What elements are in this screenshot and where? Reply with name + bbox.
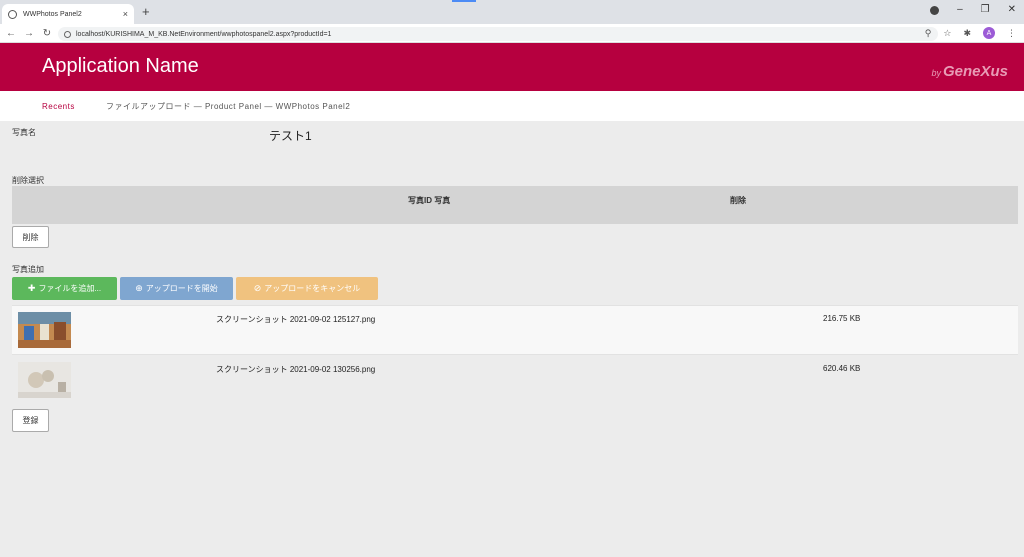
address-bar: ← → ↻ localhost/KURISHIMA_M_KB.NetEnviro… [0, 24, 1024, 43]
tab-close-icon[interactable]: × [123, 9, 128, 19]
brand-name: GeneXus [942, 63, 1008, 80]
file-name: スクリーンショット 2021-09-02 125127.png [216, 315, 376, 324]
add-files-button[interactable]: ✚ ファイルを追加... [12, 277, 117, 300]
grid-header-photo: 写真ID 写真 [408, 196, 451, 205]
globe-icon [8, 9, 17, 19]
zoom-icon[interactable]: ⚲ [925, 28, 932, 39]
file-thumbnail [18, 312, 71, 348]
menu-icon[interactable]: ⋮ [1007, 28, 1016, 39]
brand-prefix: by [931, 68, 941, 78]
genexus-logo: by GeneXus [931, 63, 1008, 80]
delete-select-label: 削除選択 [12, 176, 44, 185]
record-icon[interactable] [930, 6, 940, 15]
photo-name-label: 写真名 [12, 128, 36, 137]
extensions-icon[interactable]: ✱ [963, 28, 971, 39]
start-upload-label: アップロードを開始 [145, 284, 218, 293]
delete-button[interactable]: 削除 [12, 226, 49, 248]
bookmark-star-icon[interactable]: ☆ [943, 28, 951, 39]
photo-name-value: テスト1 [269, 129, 312, 143]
ban-icon: ⊘ [253, 283, 262, 293]
register-button[interactable]: 登録 [12, 409, 49, 432]
window-controls: – ❐ ✕ [930, 4, 1016, 15]
app-name[interactable]: Application Name [42, 55, 199, 78]
file-thumbnail [18, 362, 71, 398]
start-upload-button[interactable]: ⊕ アップロードを開始 [120, 277, 233, 300]
forward-icon[interactable]: → [22, 28, 36, 39]
browser-tab-bar: WWPhotos Panel2 × + – ❐ ✕ [0, 0, 1024, 24]
profile-avatar[interactable]: A [983, 27, 995, 39]
cancel-upload-button[interactable]: ⊘ アップロードをキャンセル [236, 277, 378, 300]
file-row: スクリーンショット 2021-09-02 125127.png 216.75 K… [12, 305, 1018, 355]
new-tab-button[interactable]: + [142, 4, 150, 19]
breadcrumb: Recents ファイルアップロード — Product Panel — WWP… [0, 91, 1024, 121]
cancel-upload-label: アップロードをキャンセル [264, 284, 361, 293]
add-photo-label: 写真追加 [12, 265, 44, 274]
back-icon[interactable]: ← [4, 28, 18, 39]
upload-circle-icon: ⊕ [135, 283, 143, 293]
window-close-icon[interactable]: ✕ [1008, 4, 1016, 15]
minimize-icon[interactable]: – [957, 4, 963, 15]
add-files-label: ファイルを追加... [38, 284, 102, 293]
url-field[interactable]: localhost/KURISHIMA_M_KB.NetEnvironment/… [58, 27, 938, 41]
browser-tab[interactable]: WWPhotos Panel2 × [2, 4, 134, 24]
site-info-icon[interactable] [64, 30, 71, 38]
file-row: スクリーンショット 2021-09-02 130256.png 620.46 K… [12, 356, 1018, 406]
plus-icon: ✚ [27, 283, 36, 293]
reload-icon[interactable]: ↻ [40, 28, 54, 39]
breadcrumb-path[interactable]: ファイルアップロード — Product Panel — WWPhotos Pa… [106, 101, 350, 112]
tab-title: WWPhotos Panel2 [23, 10, 82, 18]
loading-indicator [452, 0, 476, 2]
recents-link[interactable]: Recents [42, 102, 75, 111]
url-text: localhost/KURISHIMA_M_KB.NetEnvironment/… [76, 30, 332, 38]
file-name: スクリーンショット 2021-09-02 130256.png [216, 365, 376, 374]
file-size: 620.46 KB [823, 364, 861, 373]
file-size: 216.75 KB [823, 314, 861, 323]
app-header: Application Name by GeneXus [0, 43, 1024, 91]
grid-header-delete: 削除 [730, 196, 746, 205]
restore-icon[interactable]: ❐ [981, 4, 990, 15]
photo-grid: 写真ID 写真 削除 [12, 186, 1018, 224]
